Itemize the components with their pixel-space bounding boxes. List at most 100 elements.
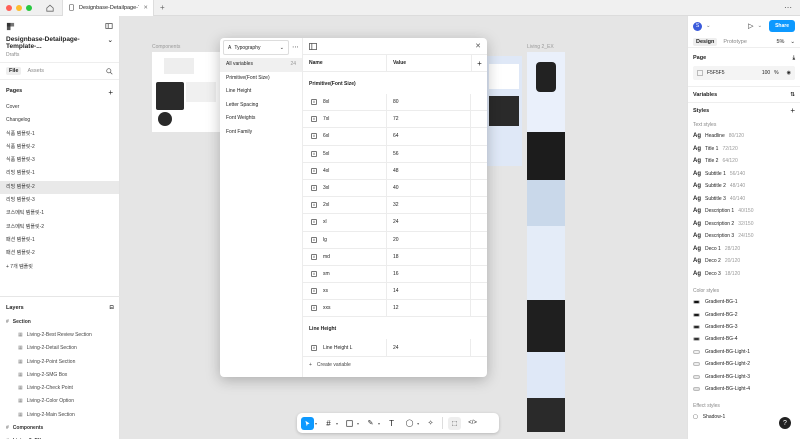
actions-tool-button[interactable]: ✧ [424, 417, 437, 430]
variable-row[interactable]: # xl 24 [303, 214, 487, 232]
text-style-item[interactable]: Ag Title 2 64/120 [688, 155, 800, 168]
variable-row[interactable]: # xs 14 [303, 283, 487, 301]
layer-item[interactable]: ▦ Living-2-Best Review Section [0, 328, 120, 341]
variable-value-cell[interactable]: 56 [387, 145, 471, 162]
page-item[interactable]: 식품 템플릿-2 [0, 141, 119, 154]
group-primitive-font-size[interactable]: Primitive(Font Size) [220, 72, 302, 86]
page-item[interactable]: 코스메틱 템플릿-2 [0, 221, 119, 234]
text-style-item[interactable]: Ag Description 1 40/150 [688, 205, 800, 218]
living-2-ex-frame[interactable] [527, 52, 565, 432]
variables-open-icon[interactable]: ⇅ [790, 92, 795, 98]
chevron-down-icon[interactable]: ▾ [336, 421, 338, 426]
text-style-item[interactable]: Ag Deco 1 28/120 [688, 243, 800, 256]
text-style-item[interactable]: Ag Deco 3 18/120 [688, 268, 800, 281]
color-style-item[interactable]: Gradient-BG-Light-4 [688, 383, 800, 395]
variable-row[interactable]: #4xl 48 [303, 162, 487, 180]
chevron-down-icon[interactable]: ⌄ [706, 23, 711, 29]
minimize-window-button[interactable] [16, 4, 22, 11]
color-style-item[interactable]: Gradient-BG-4 [688, 333, 800, 345]
frame-tool-button[interactable]: # [322, 417, 335, 430]
living-preview-frame-a[interactable] [486, 56, 522, 166]
layer-item[interactable]: ▦ Living-2-Detail Section [0, 342, 120, 355]
close-modal-icon[interactable]: ✕ [475, 42, 481, 50]
present-icon[interactable]: ▷ [748, 22, 753, 30]
text-style-item[interactable]: Ag Description 3 24/150 [688, 230, 800, 243]
color-style-item[interactable]: Gradient-BG-1 [688, 296, 800, 308]
chevron-down-icon[interactable]: ⌄ [757, 23, 762, 29]
variable-value-cell[interactable]: 32 [387, 197, 471, 214]
eye-icon[interactable]: ◉ [787, 70, 791, 76]
text-style-item[interactable]: Ag Subtitle 3 40/140 [688, 193, 800, 206]
color-style-item[interactable]: Gradient-BG-Light-2 [688, 358, 800, 370]
page-item[interactable]: 리빙 템플릿-1 [0, 167, 119, 180]
sidebar-toggle-icon[interactable] [105, 22, 113, 30]
file-tab[interactable]: Designbase-Detailpage-Templat... ✕ [62, 0, 154, 16]
page-item[interactable]: 식품 템플릿-3 [0, 154, 119, 167]
new-tab-button[interactable]: + [160, 3, 165, 12]
layer-item[interactable]: ▦ Living-2-Color Option [0, 395, 120, 408]
dev-mode-button[interactable]: </> [466, 417, 479, 430]
layer-item[interactable]: # Components [0, 421, 120, 434]
color-style-item[interactable]: Gradient-BG-2 [688, 308, 800, 320]
file-title[interactable]: Designbase-Detailpage-Template-... ⌄ [0, 36, 119, 50]
layer-item[interactable]: ▦ Living-2-Main Section [0, 408, 120, 421]
variable-row[interactable]: # md 18 [303, 248, 487, 266]
chevron-down-icon[interactable]: ▾ [417, 421, 419, 426]
layer-item[interactable]: ▦ Living-2-SMG Box [0, 368, 120, 381]
create-variable-button[interactable]: + Create variable [309, 362, 351, 368]
move-tool-button[interactable] [301, 416, 314, 430]
chevron-down-icon[interactable]: ▾ [357, 421, 359, 426]
text-tool-button[interactable]: T [385, 417, 398, 430]
variable-name-cell[interactable]: #5xl [303, 145, 387, 162]
variable-name-cell[interactable]: #6xl [303, 128, 387, 145]
variable-row[interactable]: #7xl 72 [303, 111, 487, 129]
page-item[interactable]: 리빙 템플릿-2 [0, 180, 119, 195]
variable-name-cell[interactable]: #7xl [303, 111, 387, 128]
variable-name-cell[interactable]: # xxs [303, 300, 387, 317]
tab-assets[interactable]: Assets [27, 68, 44, 74]
variable-row[interactable]: # sm 16 [303, 265, 487, 284]
variable-row[interactable]: # lg 20 [303, 231, 487, 249]
chevron-down-icon[interactable]: ▾ [378, 421, 380, 426]
variable-name-cell[interactable]: # xl [303, 214, 387, 231]
add-mode-button[interactable]: + [471, 55, 487, 71]
layer-item[interactable]: ▦ Living-2-Check Point [0, 381, 120, 394]
figma-menu-icon[interactable] [6, 22, 15, 31]
text-style-item[interactable]: Ag Subtitle 1 56/140 [688, 168, 800, 181]
variable-value-cell[interactable]: 12 [387, 300, 471, 317]
variable-row[interactable]: #2xl 32 [303, 197, 487, 215]
color-style-item[interactable]: Gradient-BG-3 [688, 321, 800, 333]
group-font-family[interactable]: Font Family [220, 126, 302, 140]
add-page-button[interactable]: + [108, 88, 113, 97]
text-style-item[interactable]: Ag Deco 2 20/120 [688, 255, 800, 268]
text-style-item[interactable]: Ag Description 2 32/150 [688, 218, 800, 231]
home-icon[interactable] [46, 4, 54, 12]
page-item[interactable]: + 7개 템플릿 [0, 261, 119, 274]
zoom-level[interactable]: 5% [776, 39, 784, 45]
variable-row[interactable]: #8xl 80 [303, 94, 487, 112]
group-all-variables[interactable]: All variables 24 [220, 58, 302, 72]
group-letter-spacing[interactable]: Letter Spacing [220, 99, 302, 113]
page-item[interactable]: Cover [0, 101, 119, 114]
more-icon[interactable]: ⋯ [784, 3, 792, 12]
variable-name-cell[interactable]: # xs [303, 283, 387, 300]
variable-value-cell[interactable]: 40 [387, 179, 471, 197]
text-style-item[interactable]: Ag Title 1 72/120 [688, 143, 800, 156]
pen-tool-button[interactable]: ✎ [364, 417, 377, 430]
tab-file[interactable]: File [6, 67, 22, 75]
share-button[interactable]: Share [769, 20, 795, 32]
variable-value-cell[interactable]: 18 [387, 248, 471, 265]
variable-value-cell[interactable]: 72 [387, 111, 471, 128]
collection-more-icon[interactable]: ⋯ [292, 43, 299, 51]
layers-collapse-icon[interactable]: ⊟ [109, 305, 114, 311]
page-item[interactable]: 코스메틱 템플릿-1 [0, 207, 119, 220]
collection-selector[interactable]: A Typography ⌄ [223, 40, 289, 55]
search-icon[interactable] [106, 67, 113, 75]
page-color-field[interactable]: F5F5F5 100 % ◉ [693, 66, 795, 80]
layer-item[interactable]: ▦ Living-2-Point Section [0, 355, 120, 368]
group-line-height[interactable]: Line Height [220, 85, 302, 99]
page-item[interactable]: Changelog [0, 114, 119, 127]
help-button[interactable]: ? [779, 417, 791, 429]
variable-name-cell[interactable]: # Line Height L [303, 339, 387, 356]
variable-value-cell[interactable]: 16 [387, 265, 471, 283]
